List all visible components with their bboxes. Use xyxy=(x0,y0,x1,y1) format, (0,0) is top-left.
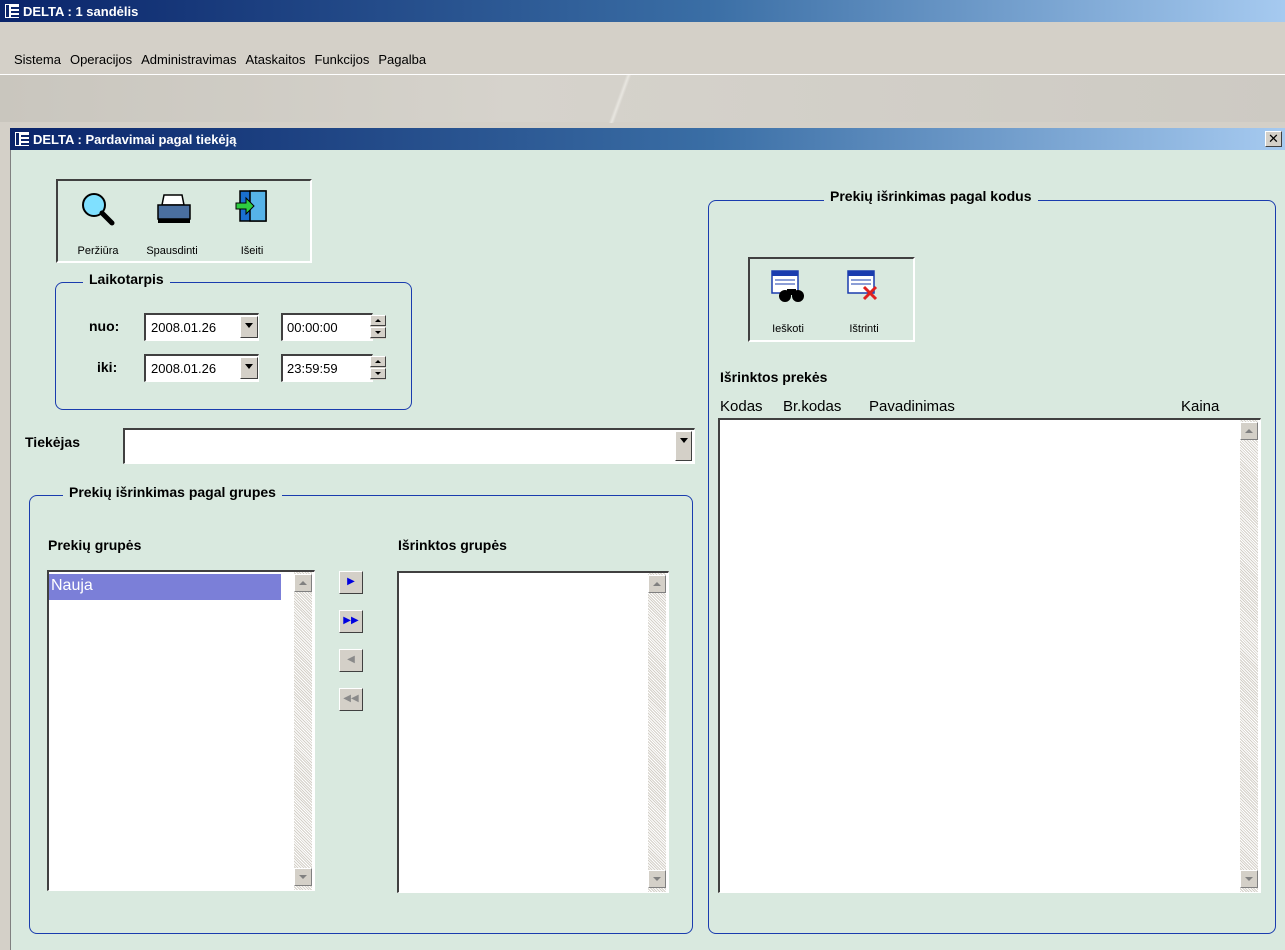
app-title: DELTA : 1 sandėlis xyxy=(23,3,139,19)
codes-legend: Prekių išrinkimas pagal kodus xyxy=(824,188,1038,204)
print-button[interactable]: Spausdinti xyxy=(132,181,212,261)
child-titlebar[interactable]: DELTA : Pardavimai pagal tiekėją ✕ xyxy=(10,128,1285,150)
selected-items-scrollbar[interactable] xyxy=(1240,420,1258,892)
selected-groups-scrollbar[interactable] xyxy=(648,573,666,892)
to-time-value: 23:59:59 xyxy=(287,361,338,376)
supplier-dropdown[interactable] xyxy=(675,431,692,461)
menu-bar: Sistema Operacijos Administravimas Atask… xyxy=(0,44,1285,74)
to-label: iki: xyxy=(97,359,118,375)
column-brkodas[interactable]: Br.kodas xyxy=(783,398,841,415)
print-label: Spausdinti xyxy=(146,245,198,257)
column-kodas[interactable]: Kodas xyxy=(720,398,763,415)
exit-door-icon xyxy=(235,190,267,222)
close-icon: ✕ xyxy=(1268,131,1279,146)
double-arrow-right-icon: ▶▶ xyxy=(343,615,359,626)
menu-pagalba[interactable]: Pagalba xyxy=(378,52,426,67)
period-group xyxy=(55,282,412,410)
close-button[interactable]: ✕ xyxy=(1265,131,1282,147)
menu-ataskaitos[interactable]: Ataskaitos xyxy=(245,52,305,67)
printer-icon xyxy=(157,194,191,223)
double-arrow-left-icon: ◀◀ xyxy=(343,693,359,704)
preview-button[interactable]: Peržiūra xyxy=(68,181,128,261)
supplier-label: Tiekėjas xyxy=(25,434,81,450)
delete-label: Ištrinti xyxy=(849,323,879,335)
column-kaina[interactable]: Kaina xyxy=(1181,398,1219,415)
client-area: Peržiūra Spausdinti Išeiti Laikotarpis n… xyxy=(10,150,1285,950)
preview-label: Peržiūra xyxy=(77,245,119,257)
to-time-spinner[interactable] xyxy=(370,356,386,380)
from-time-spinner[interactable] xyxy=(370,315,386,339)
tool-band xyxy=(0,74,1285,123)
selected-groups-list[interactable] xyxy=(397,571,669,893)
delete-button[interactable]: Ištrinti xyxy=(832,259,896,339)
app-titlebar[interactable]: DELTA : 1 sandėlis xyxy=(0,0,1285,22)
scroll-down-button[interactable] xyxy=(648,870,666,888)
magnifier-icon xyxy=(82,193,115,226)
search-button[interactable]: Ieškoti xyxy=(758,259,818,339)
move-right-button[interactable]: ▶ xyxy=(339,571,363,594)
to-time-input[interactable]: 23:59:59 xyxy=(281,354,373,382)
scroll-up-button[interactable] xyxy=(648,575,666,593)
groups-legend: Prekių išrinkimas pagal grupes xyxy=(63,484,282,500)
list-item[interactable]: Nauja xyxy=(49,574,281,600)
codes-toolbar: Ieškoti Ištrinti xyxy=(748,257,915,342)
from-date-value: 2008.01.26 xyxy=(151,320,217,335)
supplier-combobox[interactable] xyxy=(123,428,695,464)
move-all-right-button[interactable]: ▶▶ xyxy=(339,610,363,633)
from-time-input[interactable]: 00:00:00 xyxy=(281,313,373,341)
menu-operacijos[interactable]: Operacijos xyxy=(70,52,132,67)
binoculars-icon xyxy=(771,270,804,302)
from-time-up[interactable] xyxy=(370,315,386,326)
to-time-up[interactable] xyxy=(370,356,386,367)
arrow-right-icon: ▶ xyxy=(347,576,355,587)
delete-icon xyxy=(847,270,878,301)
from-time-value: 00:00:00 xyxy=(287,320,338,335)
available-groups-label: Prekių grupės xyxy=(48,537,142,553)
arrow-left-icon: ◀ xyxy=(347,654,355,665)
available-groups-scrollbar[interactable] xyxy=(294,572,312,890)
period-legend: Laikotarpis xyxy=(83,271,170,287)
group-item-nauja: Nauja xyxy=(51,577,93,594)
selected-groups-label: Išrinktos grupės xyxy=(398,537,507,553)
column-pavadinimas[interactable]: Pavadinimas xyxy=(869,398,955,415)
scroll-up-button[interactable] xyxy=(294,574,312,592)
search-label: Ieškoti xyxy=(772,323,804,335)
menu-sistema[interactable]: Sistema xyxy=(14,52,61,67)
exit-button[interactable]: Išeiti xyxy=(220,181,284,261)
child-window-title: DELTA : Pardavimai pagal tiekėją xyxy=(33,131,237,147)
items-header: Kodas Br.kodas Pavadinimas Kaina xyxy=(720,398,1260,418)
available-groups-list[interactable]: Nauja xyxy=(47,570,315,891)
report-toolbar: Peržiūra Spausdinti Išeiti xyxy=(56,179,312,263)
child-window-icon xyxy=(14,131,30,147)
to-date-dropdown[interactable] xyxy=(240,357,258,379)
menu-funkcijos[interactable]: Funkcijos xyxy=(314,52,369,67)
menu-administravimas[interactable]: Administravimas xyxy=(141,52,236,67)
exit-label: Išeiti xyxy=(240,245,264,257)
move-all-left-button[interactable]: ◀◀ xyxy=(339,688,363,711)
from-date-dropdown[interactable] xyxy=(240,316,258,338)
selected-items-label: Išrinktos prekės xyxy=(720,369,828,385)
from-label: nuo: xyxy=(89,318,120,334)
titlebar-spacer xyxy=(0,22,1285,44)
scroll-up-button[interactable] xyxy=(1240,422,1258,440)
scroll-down-button[interactable] xyxy=(1240,870,1258,888)
move-left-button[interactable]: ◀ xyxy=(339,649,363,672)
to-time-down[interactable] xyxy=(370,368,386,379)
scroll-down-button[interactable] xyxy=(294,868,312,886)
from-time-down[interactable] xyxy=(370,327,386,338)
app-icon xyxy=(4,3,20,19)
to-date-value: 2008.01.26 xyxy=(151,361,217,376)
selected-items-list[interactable] xyxy=(718,418,1261,893)
